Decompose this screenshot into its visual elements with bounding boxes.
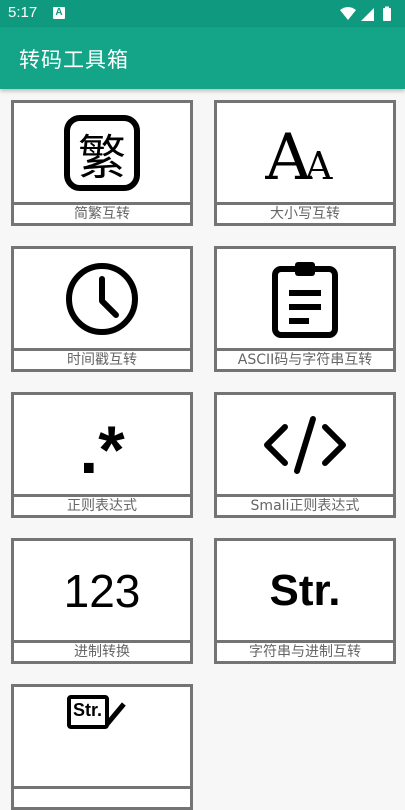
string-icon: Str. (269, 565, 341, 615)
tool-label: 字符串与进制互转 (217, 640, 393, 661)
status-time: 5:17 (8, 4, 38, 21)
tool-label: ASCII码与字符串互转 (217, 348, 393, 369)
tool-card-ascii[interactable]: ASCII码与字符串互转 (214, 246, 396, 372)
traditional-char-icon: 繁 (64, 114, 140, 191)
tool-label: 简繁互转 (14, 202, 190, 223)
tool-label: Smali正则表达式 (217, 494, 393, 515)
tool-card-traditional-simplified[interactable]: 繁 简繁互转 (11, 100, 193, 226)
app-bar: 转码工具箱 (0, 27, 405, 89)
tool-card-string-edit[interactable]: Str. (11, 684, 193, 810)
battery-icon (383, 8, 391, 21)
page-title: 转码工具箱 (19, 48, 129, 72)
tool-card-smali-regex[interactable]: Smali正则表达式 (214, 392, 396, 518)
clock-icon (66, 262, 138, 335)
tool-card-regex[interactable]: .* 正则表达式 (11, 392, 193, 518)
tool-card-radix[interactable]: 123 进制转换 (11, 538, 193, 664)
signal-icon (361, 8, 374, 21)
wifi-icon (340, 7, 356, 20)
tool-label (14, 786, 190, 807)
tool-label: 进制转换 (14, 640, 190, 661)
tool-card-string-radix[interactable]: Str. 字符串与进制互转 (214, 538, 396, 664)
code-icon (264, 415, 346, 474)
tool-label: 正则表达式 (14, 494, 190, 515)
tool-label: 大小写互转 (217, 202, 393, 223)
svg-text:A: A (304, 144, 333, 185)
regex-icon: .* (79, 411, 125, 488)
tool-label: 时间戳互转 (14, 348, 190, 369)
number-icon: 123 (63, 564, 141, 617)
font-case-icon: A A (265, 121, 333, 185)
status-bar: 5:17 A (0, 0, 405, 27)
clipboard-icon (272, 261, 338, 338)
notification-icon: A (53, 7, 65, 19)
tool-card-case-convert[interactable]: A A 大小写互转 (214, 100, 396, 226)
tool-card-timestamp[interactable]: 时间戳互转 (11, 246, 193, 372)
system-icons (339, 6, 395, 26)
string-edit-icon: Str. (67, 695, 137, 735)
